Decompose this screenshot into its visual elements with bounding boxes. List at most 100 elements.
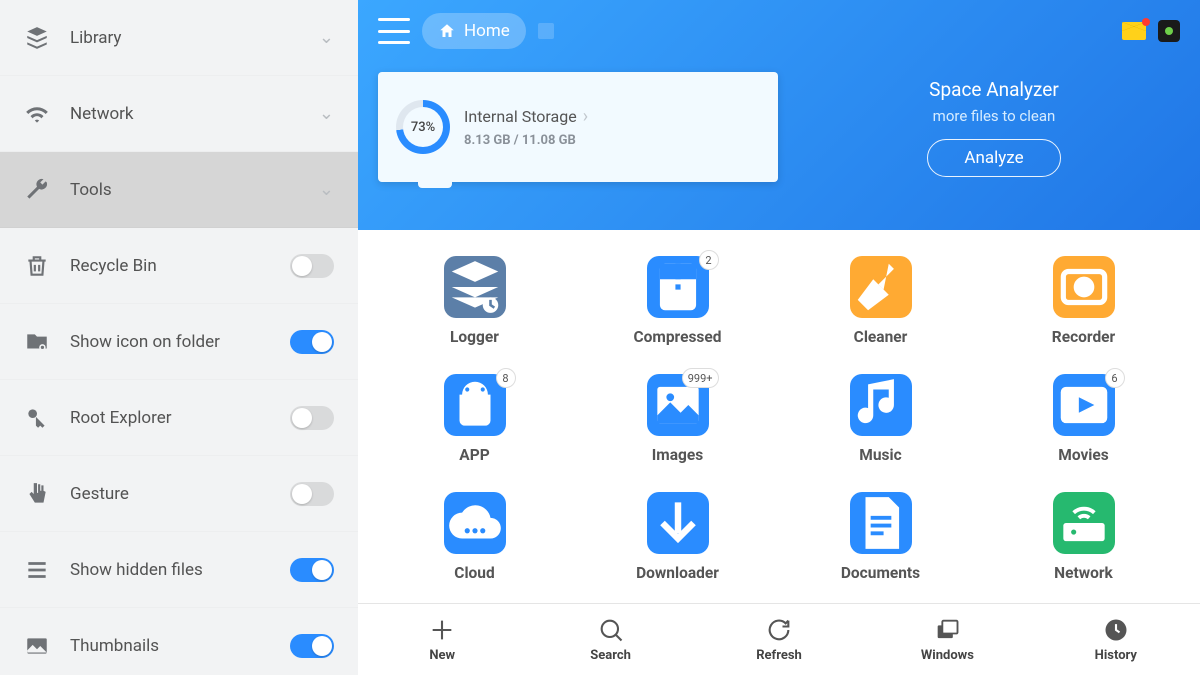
toggle-thumbnails[interactable] <box>290 634 334 658</box>
badge: 2 <box>699 250 719 270</box>
tile-movies[interactable]: 6 Movies <box>987 374 1180 464</box>
space-analyzer: Space Analyzer more files to clean Analy… <box>808 72 1180 177</box>
tile-label: Music <box>859 446 901 464</box>
tile-documents[interactable]: Documents <box>784 492 977 582</box>
tile-music[interactable]: Music <box>784 374 977 464</box>
badge: 8 <box>496 368 516 388</box>
sidebar-item-label: Show icon on folder <box>70 332 290 352</box>
toggle-root-explorer[interactable] <box>290 406 334 430</box>
tile-label: Network <box>1054 564 1113 582</box>
tile-app[interactable]: 8 APP <box>378 374 571 464</box>
zip-icon: 2 <box>647 256 709 318</box>
wifi-icon <box>24 101 50 127</box>
tile-logger[interactable]: Logger <box>378 256 571 346</box>
stack-icon <box>24 25 50 51</box>
notification-dot <box>1142 18 1150 26</box>
sidebar-item-library[interactable]: Library ⌄ <box>0 0 358 76</box>
tile-label: Logger <box>450 328 499 346</box>
tile-label: APP <box>459 446 489 464</box>
home-icon <box>438 22 456 40</box>
bottombar-history[interactable]: History <box>1032 604 1200 675</box>
bottombar-refresh[interactable]: Refresh <box>695 604 863 675</box>
sidebar-item-label: Show hidden files <box>70 560 290 580</box>
folder-eye-icon <box>24 329 50 355</box>
tile-label: Documents <box>841 564 920 582</box>
tile-network[interactable]: Network <box>987 492 1180 582</box>
tab-ghost <box>538 23 554 39</box>
sidebar-item-label: Library <box>70 28 319 48</box>
analyzer-title: Space Analyzer <box>808 78 1180 101</box>
trash-icon <box>24 253 50 279</box>
mail-icon[interactable] <box>1122 22 1146 40</box>
image-icon <box>24 633 50 659</box>
toggle-show-icon[interactable] <box>290 330 334 354</box>
tile-cloud[interactable]: Cloud <box>378 492 571 582</box>
toggle-gesture[interactable] <box>290 482 334 506</box>
sidebar-item-show-icon[interactable]: Show icon on folder <box>0 304 358 380</box>
storage-subtitle: 8.13 GB / 11.08 GB <box>464 133 588 148</box>
key-icon <box>24 405 50 431</box>
sidebar-item-hidden-files[interactable]: Show hidden files <box>0 532 358 608</box>
tile-recorder[interactable]: Recorder <box>987 256 1180 346</box>
chevron-down-icon: ⌄ <box>319 179 334 200</box>
chevron-down-icon: ⌄ <box>319 27 334 48</box>
status-square-icon[interactable] <box>1158 20 1180 42</box>
sidebar-item-network[interactable]: Network ⌄ <box>0 76 358 152</box>
wrench-icon <box>24 177 50 203</box>
tile-label: Downloader <box>636 564 719 582</box>
sidebar-item-label: Network <box>70 104 319 124</box>
sidebar-item-label: Gesture <box>70 484 290 504</box>
sidebar-item-label: Recycle Bin <box>70 256 290 276</box>
sidebar-item-label: Thumbnails <box>70 636 290 656</box>
home-tab[interactable]: Home <box>422 13 526 49</box>
bottom-bar: New Search Refresh Windows History <box>358 603 1200 675</box>
broom-icon <box>850 256 912 318</box>
movie-icon: 6 <box>1053 374 1115 436</box>
analyze-button[interactable]: Analyze <box>927 139 1060 177</box>
sidebar-item-label: Tools <box>70 180 319 200</box>
sidebar-item-recycle-bin[interactable]: Recycle Bin <box>0 228 358 304</box>
bottombar-new[interactable]: New <box>358 604 526 675</box>
sidebar-item-gesture[interactable]: Gesture <box>0 456 358 532</box>
clock-icon <box>1102 616 1130 644</box>
storage-title: Internal Storage <box>464 107 577 126</box>
analyzer-subtitle: more files to clean <box>808 107 1180 125</box>
main-pane: Home 73% Internal Storage › 8.13 GB / 11… <box>358 0 1200 675</box>
router-icon <box>1053 492 1115 554</box>
tile-downloader[interactable]: Downloader <box>581 492 774 582</box>
toggle-hidden-files[interactable] <box>290 558 334 582</box>
storage-card[interactable]: 73% Internal Storage › 8.13 GB / 11.08 G… <box>378 72 778 182</box>
image-icon: 999+ <box>647 374 709 436</box>
bottombar-windows[interactable]: Windows <box>863 604 1031 675</box>
android-icon: 8 <box>444 374 506 436</box>
tile-compressed[interactable]: 2Compressed <box>581 256 774 346</box>
download-icon <box>647 492 709 554</box>
sidebar-item-thumbnails[interactable]: Thumbnails <box>0 608 358 675</box>
tile-label: Movies <box>1058 446 1109 464</box>
tile-label: Images <box>652 446 703 464</box>
record-icon <box>1053 256 1115 318</box>
tile-label: Cloud <box>454 564 494 582</box>
chevron-right-icon: › <box>583 106 588 127</box>
bottombar-search[interactable]: Search <box>526 604 694 675</box>
music-icon <box>850 374 912 436</box>
topbar: Home <box>378 0 1180 62</box>
sidebar-item-tools[interactable]: Tools ⌄ <box>0 152 358 228</box>
search-icon <box>597 616 625 644</box>
toggle-recycle-bin[interactable] <box>290 254 334 278</box>
tile-images[interactable]: 999+ Images <box>581 374 774 464</box>
home-tab-label: Home <box>464 21 510 41</box>
tile-cleaner[interactable]: Cleaner <box>784 256 977 346</box>
plus-icon <box>428 616 456 644</box>
tile-label: Cleaner <box>854 328 908 346</box>
doc-icon <box>850 492 912 554</box>
cloud-icon <box>444 492 506 554</box>
hamburger-icon[interactable] <box>378 18 410 44</box>
refresh-icon <box>765 616 793 644</box>
sidebar-item-root-explorer[interactable]: Root Explorer <box>0 380 358 456</box>
stack-icon <box>444 256 506 318</box>
tile-grid: Logger 2Compressed Cleaner Recorder 8 APP 999+… <box>358 230 1200 603</box>
badge: 999+ <box>682 368 719 388</box>
usage-ring: 73% <box>396 100 450 154</box>
windows-icon <box>933 616 961 644</box>
